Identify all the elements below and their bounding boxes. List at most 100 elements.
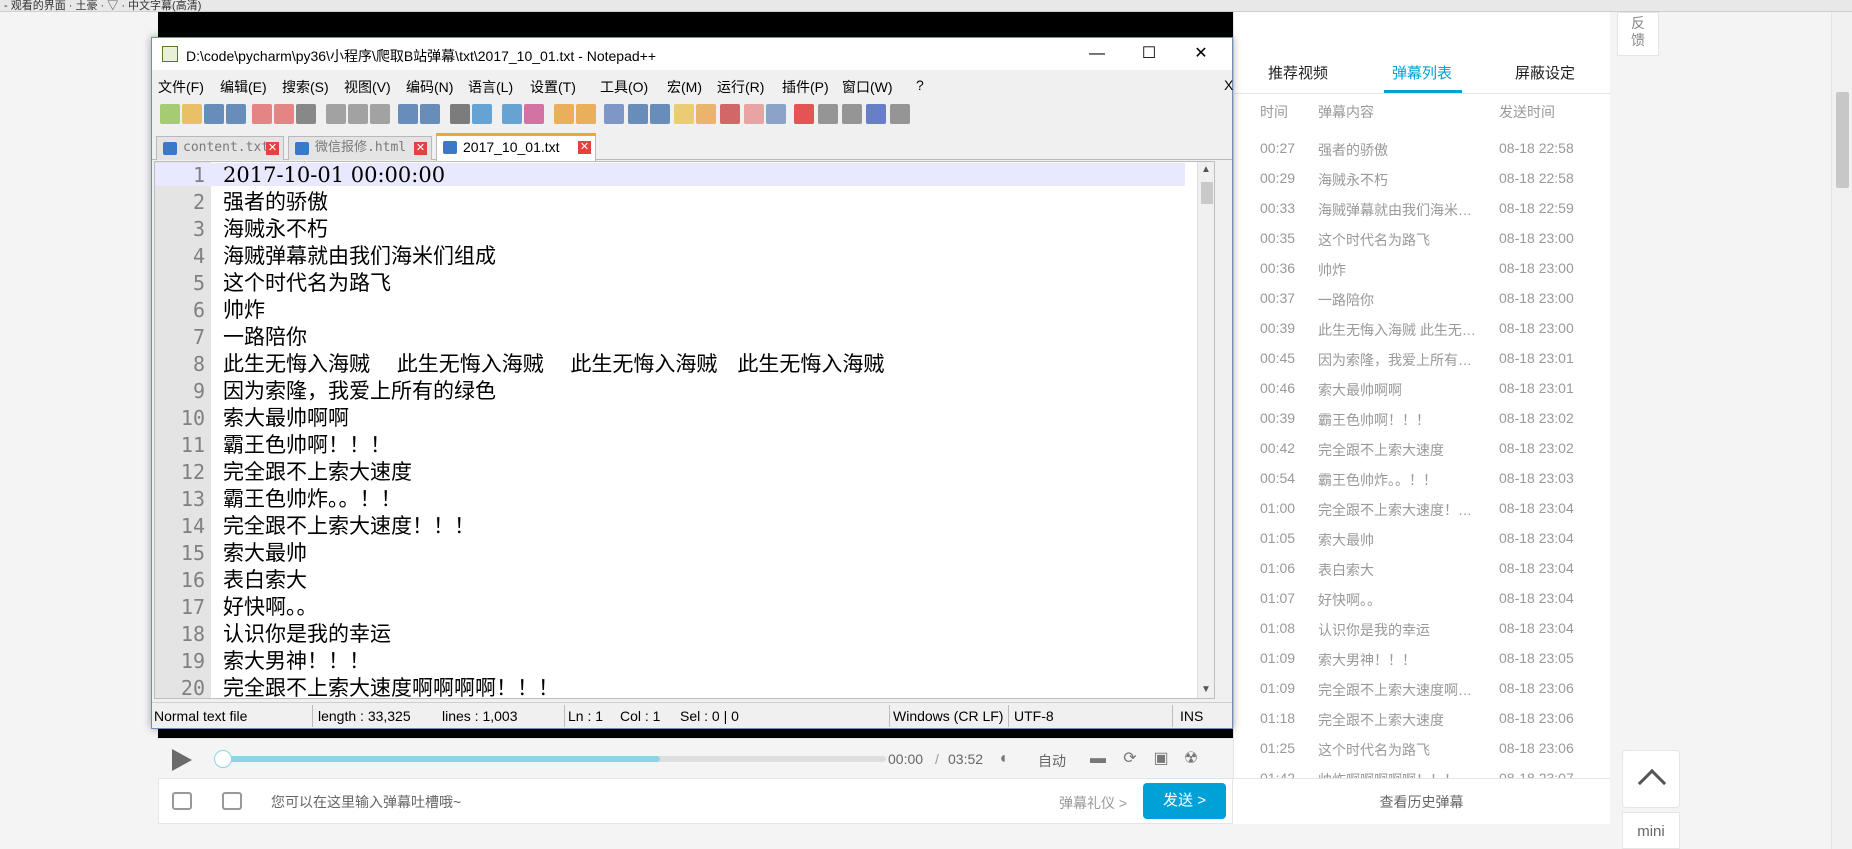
paste-icon[interactable] <box>370 104 390 124</box>
close-icon[interactable] <box>252 104 272 124</box>
editor-line[interactable]: 15 索大最帅 <box>155 541 1185 565</box>
danmu-row[interactable]: 01:06 表白索大 08-18 23:04 <box>1234 554 1611 584</box>
show-all-icon[interactable] <box>628 104 648 124</box>
danmu-row[interactable]: 00:54 霸王色帅炸。。！！ 08-18 23:03 <box>1234 464 1611 494</box>
danmu-row[interactable]: 00:37 一路陪你 08-18 23:00 <box>1234 284 1611 314</box>
file-tab[interactable]: content.txt ✕ <box>156 136 284 160</box>
editor-line[interactable]: 16 表白索大 <box>155 568 1185 592</box>
page-scrollbar-thumb[interactable] <box>1836 92 1849 188</box>
menu-item[interactable]: 宏(M) <box>667 77 702 97</box>
danmu-row[interactable]: 01:09 完全跟不上索大速度啊啊啊啊 08-18 23:06 <box>1234 674 1611 704</box>
close-all-icon[interactable] <box>274 104 294 124</box>
find-icon[interactable] <box>450 104 470 124</box>
editor-line[interactable]: 14 完全跟不上索大速度！！！ <box>155 514 1185 538</box>
danmu-settings-icon[interactable] <box>222 792 242 810</box>
open-file-icon[interactable] <box>182 104 202 124</box>
save-macro-icon[interactable] <box>890 104 910 124</box>
zoom-out-icon[interactable] <box>524 104 544 124</box>
replace-icon[interactable] <box>472 104 492 124</box>
quality-auto[interactable]: 自动 <box>1038 751 1066 771</box>
menu-item[interactable]: 搜索(S) <box>282 77 329 97</box>
danmu-row[interactable]: 00:33 海贼弹幕就由我们海米们组成 08-18 22:59 <box>1234 194 1611 224</box>
menu-item[interactable]: 工具(O) <box>600 77 648 97</box>
back-to-top-button[interactable] <box>1622 750 1680 808</box>
scroll-up-arrow[interactable]: ▲ <box>1201 164 1211 175</box>
copy-icon[interactable] <box>348 104 368 124</box>
danmu-row[interactable]: 01:09 索大男神！！！ 08-18 23:05 <box>1234 644 1611 674</box>
menu-item[interactable]: 插件(P) <box>782 77 829 97</box>
menu-item[interactable]: 视图(V) <box>344 77 391 97</box>
header-sent[interactable]: 发送时间 <box>1499 102 1555 122</box>
zoom-in-icon[interactable] <box>502 104 522 124</box>
page-scrollbar[interactable] <box>1831 12 1852 849</box>
editor-line[interactable]: 20 完全跟不上索大速度啊啊啊啊！！！ <box>155 676 1185 698</box>
tab-danmu-list[interactable]: 弹幕列表 <box>1392 62 1452 83</box>
loop-icon[interactable]: ⟳ <box>1120 750 1140 768</box>
play-button[interactable] <box>172 749 192 771</box>
play-macro-icon[interactable] <box>842 104 862 124</box>
sync-v-icon[interactable] <box>554 104 574 124</box>
danmu-input[interactable]: 您可以在这里输入弹幕吐槽哦~ <box>271 792 461 812</box>
editor-line[interactable]: 4 海贼弹幕就由我们海米们组成 <box>155 244 1185 268</box>
file-tab[interactable]: 微信报修.html ✕ <box>288 136 432 160</box>
close-button[interactable]: ✕ <box>1176 38 1226 70</box>
editor-line[interactable]: 2 强者的骄傲 <box>155 190 1185 214</box>
title-bar[interactable]: D:\code\pycharm\py36\小程序\爬取B站弹幕\txt\2017… <box>152 38 1232 70</box>
maximize-button[interactable]: ☐ <box>1124 38 1174 70</box>
progress-bar[interactable] <box>214 750 886 768</box>
folder-icon[interactable] <box>674 104 694 124</box>
undo-icon[interactable] <box>398 104 418 124</box>
editor-line[interactable]: 19 索大男神！！！ <box>155 649 1185 673</box>
danmu-row[interactable]: 00:42 完全跟不上索大速度 08-18 23:02 <box>1234 434 1611 464</box>
danmu-row[interactable]: 01:07 好快啊。。 08-18 23:04 <box>1234 584 1611 614</box>
send-button[interactable]: 发送 > <box>1143 783 1226 819</box>
editor[interactable]: 1 2017-10-01 00:00:00 2 强者的骄傲 3 海贼永不朽 4 海贼弹幕就由我… <box>154 161 1215 699</box>
editor-line[interactable]: 12 完全跟不上索大速度 <box>155 460 1185 484</box>
menu-item[interactable]: 窗口(W) <box>842 77 893 97</box>
tv-icon[interactable]: ▣ <box>1151 750 1171 768</box>
progress-knob[interactable] <box>214 750 232 768</box>
tab-close-icon[interactable]: ✕ <box>578 141 591 154</box>
folder-workspace-icon[interactable] <box>744 104 764 124</box>
save-icon[interactable] <box>204 104 224 124</box>
scroll-down-arrow[interactable]: ▼ <box>1201 684 1211 695</box>
menu-item[interactable]: 设置(T) <box>530 77 576 97</box>
cut-icon[interactable] <box>326 104 346 124</box>
sync-h-icon[interactable] <box>576 104 596 124</box>
danmu-row[interactable]: 00:45 因为索隆，我爱上所有的绿色 08-18 23:01 <box>1234 344 1611 374</box>
editor-line[interactable]: 11 霸王色帅啊！！！ <box>155 433 1185 457</box>
run-macro-icon[interactable] <box>866 104 886 124</box>
doc-map-icon[interactable] <box>696 104 716 124</box>
redo-icon[interactable] <box>420 104 440 124</box>
record-macro-icon[interactable] <box>794 104 814 124</box>
wrap-icon[interactable] <box>604 104 624 124</box>
feedback-button[interactable]: 反 馈 <box>1617 12 1659 56</box>
indent-guide-icon[interactable] <box>650 104 670 124</box>
danmu-row[interactable]: 01:00 完全跟不上索大速度！！！ 08-18 23:04 <box>1234 494 1611 524</box>
danmu-row[interactable]: 01:08 认识你是我的幸运 08-18 23:04 <box>1234 614 1611 644</box>
minimize-button[interactable]: — <box>1072 38 1122 70</box>
function-list-icon[interactable] <box>720 104 740 124</box>
danmu-etiquette-link[interactable]: 弹幕礼仪 > <box>1059 793 1127 813</box>
radiation-icon[interactable]: ☢ <box>1181 750 1201 768</box>
danmu-row[interactable]: 00:29 海贼永不朽 08-18 22:58 <box>1234 164 1611 194</box>
editor-line[interactable]: 10 索大最帅啊啊 <box>155 406 1185 430</box>
menu-close-doc[interactable]: X <box>1224 77 1233 93</box>
danmu-row[interactable]: 00:39 此生无悔入海贼 此生无悔入海贼 08-18 23:00 <box>1234 314 1611 344</box>
editor-line[interactable]: 18 认识你是我的幸运 <box>155 622 1185 646</box>
danmu-row[interactable]: 00:36 帅炸 08-18 23:00 <box>1234 254 1611 284</box>
tab-close-icon[interactable]: ✕ <box>414 142 427 155</box>
danmu-style-icon[interactable] <box>172 792 192 810</box>
mini-player-button[interactable]: mini <box>1622 812 1680 849</box>
danmu-row[interactable]: 00:35 这个时代名为路飞 08-18 23:00 <box>1234 224 1611 254</box>
editor-scrollbar-thumb[interactable] <box>1201 182 1213 204</box>
danmu-toggle-icon[interactable]: ▬ <box>1088 750 1108 768</box>
menu-item[interactable]: 语言(L) <box>468 77 513 97</box>
menu-item[interactable]: 编码(N) <box>406 77 453 97</box>
editor-line[interactable]: 17 好快啊。。 <box>155 595 1185 619</box>
danmu-row[interactable]: 00:39 霸王色帅啊！！！ 08-18 23:02 <box>1234 404 1611 434</box>
editor-line[interactable]: 1 2017-10-01 00:00:00 <box>155 163 1185 187</box>
tab-block-settings[interactable]: 屏蔽设定 <box>1515 62 1575 83</box>
editor-line[interactable]: 6 帅炸 <box>155 298 1185 322</box>
danmu-row[interactable]: 01:05 索大最帅 08-18 23:04 <box>1234 524 1611 554</box>
